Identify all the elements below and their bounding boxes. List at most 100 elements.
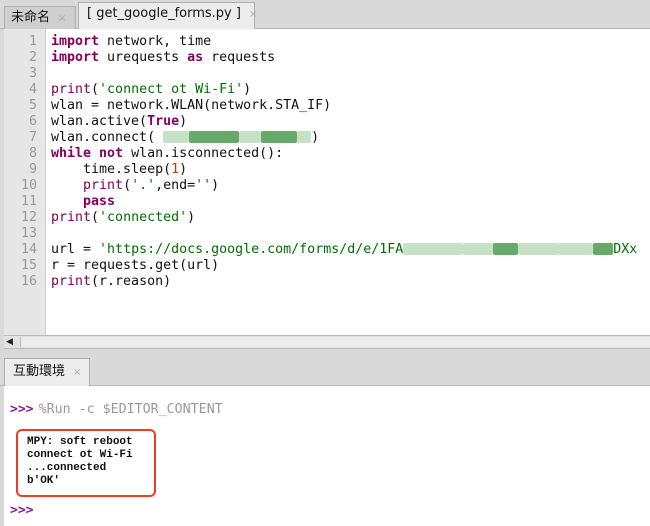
code-line: import urequests as requests (51, 50, 649, 66)
tab-shell[interactable]: 互動環境 × (4, 358, 90, 386)
shell-command: %Run -c $EDITOR_CONTENT (38, 402, 223, 417)
code-text[interactable]: import network, time import urequests as … (51, 34, 649, 290)
tab-label: 未命名 (11, 10, 51, 25)
code-line: url = 'https://docs.google.com/forms/d/e… (51, 242, 649, 258)
code-line: print('.',end='') (51, 178, 649, 194)
code-token: print (83, 178, 124, 193)
output-line: MPY: soft reboot (27, 436, 133, 448)
code-line: print('connected') (51, 210, 649, 226)
code-token: network, time (99, 34, 212, 49)
shell-tab-bar: 互動環境 × (0, 349, 650, 386)
line-number: 8 (28, 146, 37, 161)
line-number: 13 (20, 226, 37, 241)
close-icon[interactable]: × (249, 9, 257, 20)
close-icon[interactable]: × (58, 13, 66, 24)
code-token: ( (123, 178, 132, 193)
code-token: ) (243, 82, 252, 97)
code-token: 'https://docs.google.com/forms/d/e/1FA (99, 242, 404, 257)
line-number: 5 (28, 98, 37, 113)
code-token: (r.reason) (91, 274, 172, 289)
code-line: pass (51, 194, 649, 210)
code-line: while not wlan.isconnected(): (51, 146, 649, 162)
code-token: urequests (99, 50, 188, 65)
code-line: time.sleep(1) (51, 162, 649, 178)
code-token: ) (311, 130, 320, 145)
tab-untitled[interactable]: 未命名 × (4, 6, 76, 29)
code-token: '.' (131, 178, 156, 193)
code-token: not (99, 146, 124, 161)
code-token: ) (187, 210, 196, 225)
code-token: wlan.isconnected(): (123, 146, 284, 161)
line-number: 16 (20, 274, 37, 289)
code-token: time.sleep( (51, 162, 172, 177)
code-token: ) (179, 162, 188, 177)
redacted-blur (163, 130, 312, 145)
code-editor[interactable]: 1 2 3 4 5 6 7 8 9 10 11 12 13 14 15 16 import network, … (4, 29, 650, 335)
close-icon[interactable]: × (73, 367, 81, 378)
scrollbar-thumb[interactable] (20, 337, 650, 347)
code-line: wlan = network.WLAN(network.STA_IF) (51, 98, 649, 114)
code-token: wlan.active( (51, 114, 148, 129)
line-number-gutter: 1 2 3 4 5 6 7 8 9 10 11 12 13 14 15 16 (4, 29, 46, 335)
code-token: requests (203, 50, 276, 65)
shell-prompt: >>> (10, 402, 34, 417)
code-token: wlan = network.WLAN(network.STA_IF) (51, 98, 332, 113)
scroll-left-icon[interactable]: ◀ (6, 337, 13, 347)
line-number: 15 (20, 258, 37, 273)
shell-input-line[interactable]: >>> (10, 499, 33, 518)
tab-label: 互動環境 (13, 364, 66, 379)
code-token: print (51, 274, 92, 289)
line-number: 14 (20, 242, 37, 257)
code-token: ( (91, 210, 100, 225)
line-number: 11 (20, 194, 37, 209)
code-token: wlan.connect( (51, 130, 164, 145)
editor-tab-bar: 未命名 × [ get_google_forms.py ] × (0, 0, 650, 30)
code-token: DXx (613, 242, 638, 257)
output-line: connect ot Wi-Fi (27, 449, 133, 461)
code-line: print('connect ot Wi-Fi') (51, 82, 649, 98)
line-number: 10 (20, 178, 37, 193)
code-token: ) (179, 114, 188, 129)
code-token: ) (211, 178, 220, 193)
code-token: pass (83, 194, 116, 209)
code-line: r = requests.get(url) (51, 258, 649, 274)
line-number: 7 (28, 130, 37, 145)
line-number: 12 (20, 210, 37, 225)
code-token: True (147, 114, 180, 129)
code-token: print (51, 210, 92, 225)
code-token: 1 (171, 162, 180, 177)
redacted-blur (403, 242, 614, 257)
code-token: 'connected' (99, 210, 188, 225)
code-token: import (51, 34, 100, 49)
tab-get-google-forms[interactable]: [ get_google_forms.py ] × (78, 2, 257, 30)
code-line: wlan.connect( ) (51, 130, 649, 146)
line-number: 9 (28, 162, 37, 177)
code-line: wlan.active(True) (51, 114, 649, 130)
line-number: 3 (28, 66, 37, 81)
code-token: url = (51, 242, 100, 257)
code-token: print (51, 82, 92, 97)
code-token: as (187, 50, 204, 65)
tab-label: [ get_google_forms.py ] (87, 6, 241, 21)
line-number: 6 (28, 114, 37, 129)
code-token: ,end= (155, 178, 196, 193)
line-number: 4 (28, 82, 37, 97)
code-token: while (51, 146, 92, 161)
output-line: ...connected (27, 462, 107, 474)
horizontal-scrollbar[interactable]: ◀ (4, 335, 650, 349)
code-token: r = requests.get(url) (51, 258, 220, 273)
shell-output-highlight: MPY: soft reboot connect ot Wi-Fi ...conne… (16, 429, 156, 497)
line-number: 1 (28, 34, 37, 49)
shell-prompt: >>> (10, 503, 34, 518)
shell-command-line: >>> %Run -c $EDITOR_CONTENT (10, 398, 223, 417)
code-line: import network, time (51, 34, 649, 50)
code-token: import (51, 50, 100, 65)
code-token: ( (91, 82, 100, 97)
code-token: '' (195, 178, 212, 193)
shell-panel[interactable]: >>> %Run -c $EDITOR_CONTENT MPY: soft re… (4, 386, 650, 526)
